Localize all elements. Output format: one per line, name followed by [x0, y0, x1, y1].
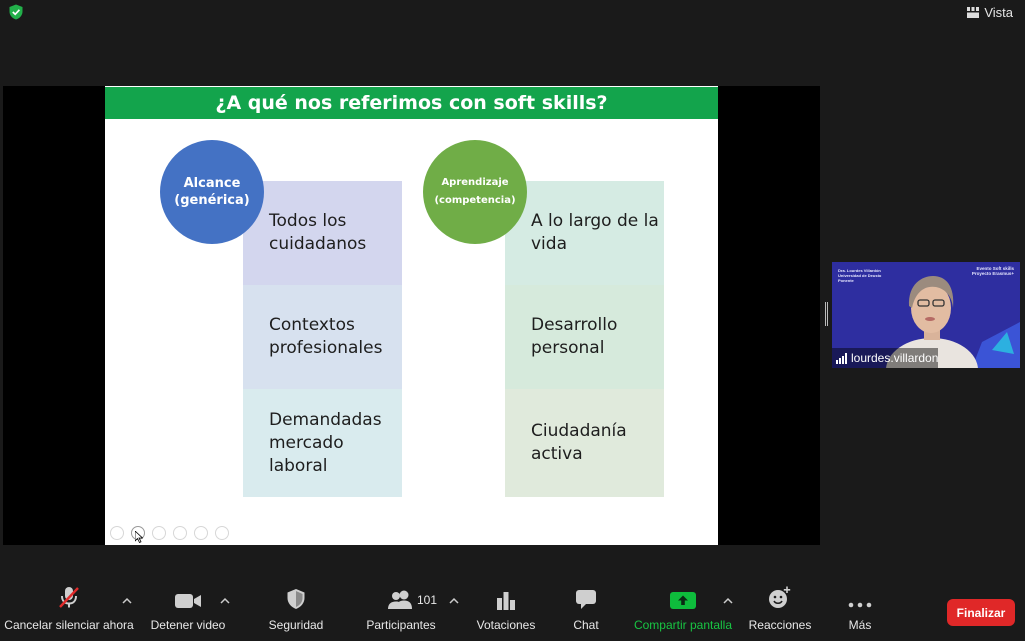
reactions-label: Reacciones — [748, 618, 812, 632]
chat-bubble-icon — [576, 590, 596, 609]
video-options-caret-icon[interactable] — [220, 597, 230, 604]
left-circle-line1: Alcance — [183, 176, 241, 191]
caption-line: Proyecto Erasmus+ — [971, 271, 1014, 276]
right-item: Ciudadanía activa — [505, 389, 664, 497]
share-options-caret-icon[interactable] — [723, 597, 733, 604]
polls-label: Votaciones — [476, 618, 536, 632]
left-item-text: Contextos profesionales — [269, 315, 383, 358]
right-circle-line1: Aprendizaje — [441, 177, 509, 188]
caption-line: Ponente — [838, 278, 854, 283]
video-camera-icon — [175, 594, 201, 608]
slides-icon[interactable] — [173, 526, 187, 540]
left-circle-line2: (genérica) — [174, 193, 250, 208]
more-dots-icon — [848, 602, 872, 608]
zoom-icon[interactable] — [194, 526, 208, 540]
chat-button[interactable]: Chat — [570, 580, 602, 632]
more-options-icon[interactable] — [215, 526, 229, 540]
polls-chart-icon — [497, 592, 515, 610]
audio-options-caret-icon[interactable] — [122, 597, 132, 604]
security-button[interactable]: Seguridad — [265, 580, 327, 632]
left-item-text: Demandadas mercado laboral — [269, 409, 382, 476]
encryption-shield-icon[interactable] — [8, 4, 24, 20]
participants-options-caret-icon[interactable] — [449, 597, 459, 604]
right-item-text: Desarrollo personal — [531, 315, 618, 358]
left-item: Demandadas mercado laboral — [243, 389, 402, 497]
chat-label: Chat — [573, 618, 599, 632]
shared-screen: ¿A qué nos referimos con soft skills? To… — [3, 86, 820, 545]
slide-title: ¿A qué nos referimos con soft skills? — [105, 87, 718, 119]
mouse-cursor-icon — [135, 531, 143, 543]
participants-label: Participantes — [366, 618, 436, 632]
right-item: A lo largo de la vida — [505, 181, 664, 285]
unmute-label: Cancelar silenciar ahora — [4, 618, 134, 632]
polls-button[interactable]: Votaciones — [476, 580, 536, 632]
more-button[interactable]: Más — [843, 580, 877, 632]
share-screen-label: Compartir pantalla — [633, 618, 733, 632]
left-item-text: Todos los cuidadanos — [269, 211, 367, 254]
top-bar: Vista — [0, 0, 1025, 26]
participants-icon — [388, 590, 412, 609]
reactions-button[interactable]: Reacciones — [748, 580, 812, 632]
participant-name-row: lourdes.villardon — [832, 348, 939, 368]
meeting-toolbar: Cancelar silenciar ahora Detener video S… — [0, 580, 1025, 641]
left-item: Contextos profesionales — [243, 285, 402, 389]
share-screen-arrow-icon — [670, 592, 696, 609]
right-item-text: Ciudadanía activa — [531, 421, 627, 464]
reactions-smiley-icon — [769, 586, 791, 608]
stop-video-button[interactable]: Detener video — [149, 580, 227, 632]
tile-caption-right: Evento Soft skills Proyecto Erasmus+ — [972, 266, 1014, 276]
left-item: Todos los cuidadanos — [243, 181, 402, 285]
presentation-slide: ¿A qué nos referimos con soft skills? To… — [105, 86, 718, 545]
participant-name: lourdes.villardon — [851, 351, 939, 365]
participants-count: 101 — [417, 593, 438, 607]
unmute-button[interactable]: Cancelar silenciar ahora — [4, 580, 134, 632]
share-screen-button[interactable]: Compartir pantalla — [633, 580, 733, 632]
left-category-circle: Alcance (genérica) — [160, 140, 264, 244]
view-label: Vista — [984, 5, 1013, 20]
participant-video-tile[interactable]: Dra. Lourdes Villardón Universidad de De… — [832, 262, 1020, 368]
panel-resize-handle[interactable] — [825, 302, 828, 326]
right-item: Desarrollo personal — [505, 285, 664, 389]
muted-microphone-icon — [59, 587, 79, 608]
right-circle-line2: (competencia) — [434, 195, 516, 206]
right-items-column: A lo largo de la vida Desarrollo persona… — [505, 181, 664, 497]
security-label: Seguridad — [268, 618, 324, 632]
pen-icon[interactable] — [152, 526, 166, 540]
slide-controls — [110, 526, 229, 540]
more-label: Más — [848, 618, 872, 632]
signal-strength-icon — [836, 352, 847, 364]
left-items-column: Todos los cuidadanos Contextos profesion… — [243, 181, 402, 497]
view-button[interactable]: Vista — [967, 5, 1013, 20]
tile-caption-left: Dra. Lourdes Villardón Universidad de De… — [838, 268, 881, 283]
grid-view-icon — [967, 7, 980, 18]
previous-slide-icon[interactable] — [110, 526, 124, 540]
right-category-circle: Aprendizaje (competencia) — [423, 140, 527, 244]
end-meeting-button[interactable]: Finalizar — [947, 599, 1015, 626]
security-shield-icon — [287, 589, 305, 609]
stop-video-label: Detener video — [150, 618, 226, 632]
right-item-text: A lo largo de la vida — [531, 211, 659, 254]
